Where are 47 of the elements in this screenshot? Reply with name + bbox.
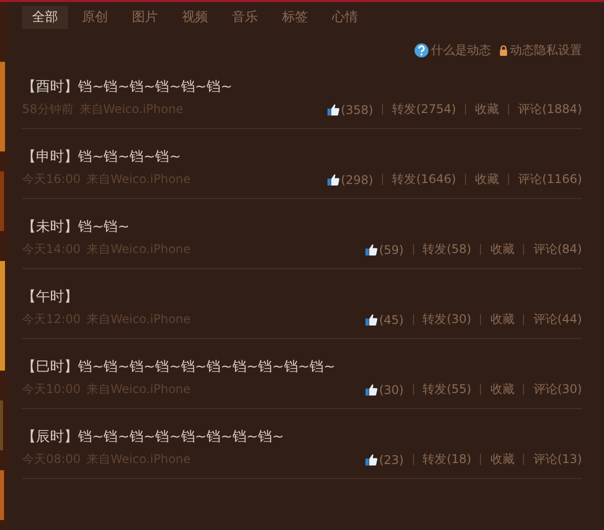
- help-link[interactable]: 什么是动态: [431, 42, 491, 59]
- comment-link[interactable]: 评论(44): [533, 311, 582, 328]
- comment-link[interactable]: 评论(1884): [518, 101, 582, 118]
- comment-link[interactable]: 评论(13): [533, 451, 582, 468]
- repost-link[interactable]: 转发(2754): [392, 101, 456, 118]
- repost-link[interactable]: 转发(18): [422, 451, 472, 468]
- thumbs-up-icon[interactable]: [365, 313, 378, 326]
- thumbs-up-icon[interactable]: [365, 453, 378, 466]
- comment-link[interactable]: 评论(84): [533, 241, 582, 258]
- like-count[interactable]: (30): [379, 382, 404, 396]
- post-text: 【申时】铛~铛~铛~铛~: [22, 148, 182, 166]
- comment-link[interactable]: 评论(1166): [518, 171, 582, 188]
- filter-tab[interactable]: 视频: [172, 6, 218, 29]
- help-icon: [414, 43, 429, 58]
- like-count[interactable]: (59): [379, 242, 404, 256]
- lock-icon: [499, 45, 508, 56]
- post-text: 【巳时】铛~铛~铛~铛~铛~铛~铛~铛~铛~铛~: [22, 358, 336, 376]
- thumbs-up-icon[interactable]: [365, 383, 378, 396]
- thumbs-up-icon[interactable]: [326, 103, 340, 116]
- comment-link[interactable]: 评论(30): [533, 381, 582, 398]
- filter-tab[interactable]: 音乐: [222, 6, 268, 29]
- like-count[interactable]: (45): [379, 312, 404, 326]
- repost-link[interactable]: 转发(30): [422, 311, 472, 328]
- thumbs-up-icon[interactable]: [365, 243, 378, 256]
- thumbs-up-icon[interactable]: [326, 173, 340, 186]
- filter-tab[interactable]: 原创: [72, 6, 118, 29]
- post-text: 【辰时】铛~铛~铛~铛~铛~铛~铛~铛~: [22, 428, 285, 446]
- repost-link[interactable]: 转发(58): [422, 241, 472, 258]
- filter-tab[interactable]: 标签: [272, 6, 318, 29]
- like-count[interactable]: (298): [340, 172, 374, 186]
- favorite-link[interactable]: 收藏: [490, 311, 514, 328]
- favorite-link[interactable]: 收藏: [475, 171, 500, 188]
- favorite-link[interactable]: 收藏: [490, 451, 514, 468]
- favorite-link[interactable]: 收藏: [490, 381, 514, 398]
- favorite-link[interactable]: 收藏: [475, 101, 500, 118]
- like-count[interactable]: (23): [379, 452, 404, 466]
- filter-tab[interactable]: 心情: [322, 6, 368, 29]
- like-count[interactable]: (358): [340, 102, 374, 116]
- post-text: 【午时】: [22, 288, 79, 306]
- post-text: 【未时】铛~铛~: [22, 218, 130, 236]
- help-link[interactable]: 动态隐私设置: [510, 42, 582, 59]
- filter-tab[interactable]: 图片: [122, 6, 168, 29]
- post-text: 【酉时】铛~铛~铛~铛~铛~铛~: [22, 78, 234, 96]
- filter-tab[interactable]: 全部: [22, 6, 68, 29]
- repost-link[interactable]: 转发(55): [422, 381, 472, 398]
- repost-link[interactable]: 转发(1646): [392, 171, 456, 188]
- favorite-link[interactable]: 收藏: [490, 241, 514, 258]
